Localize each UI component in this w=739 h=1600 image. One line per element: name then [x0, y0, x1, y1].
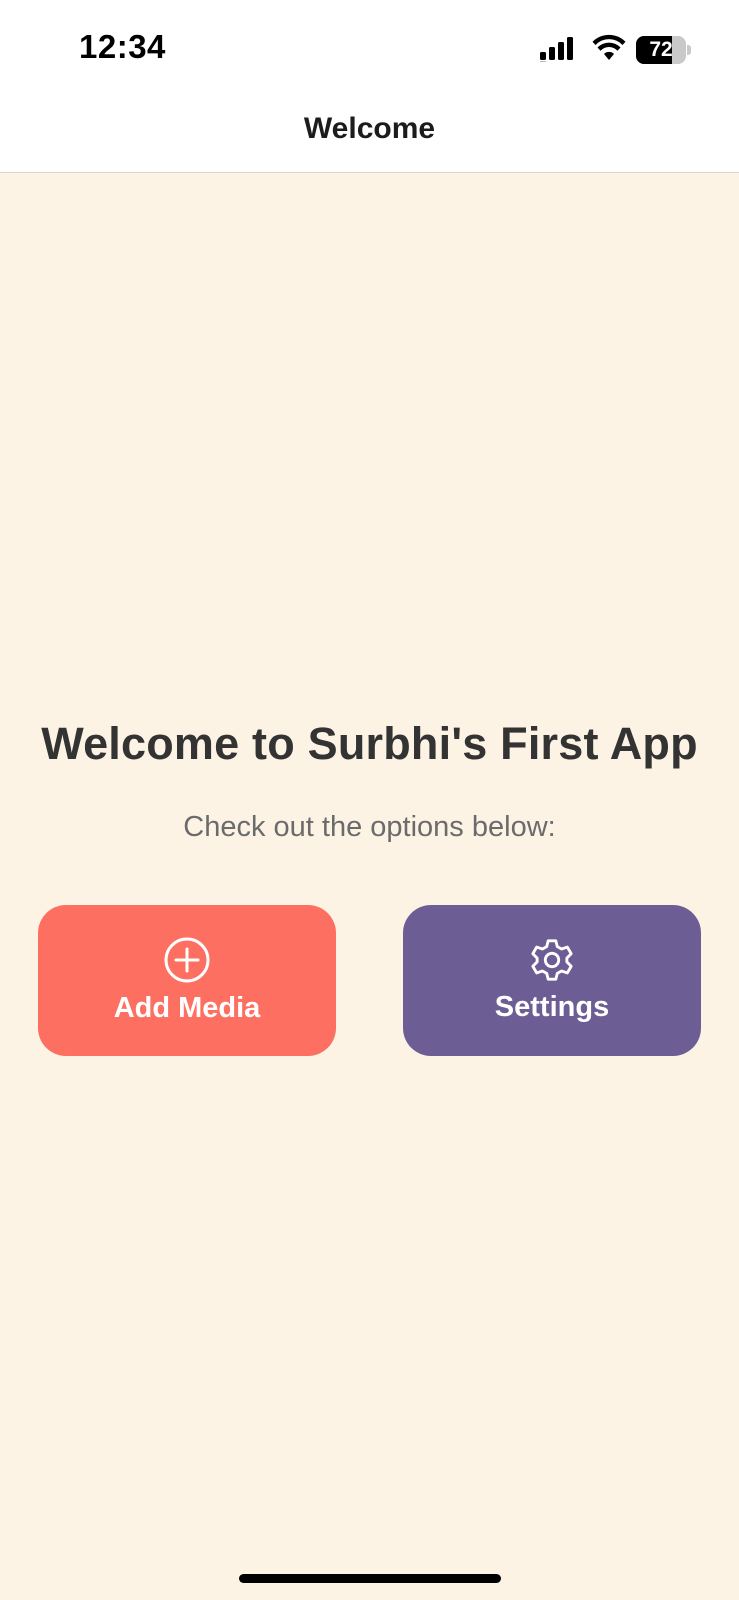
battery-icon: 72 — [636, 36, 692, 64]
status-time: 12:34 — [79, 28, 166, 65]
status-bar: 12:34 72 — [0, 0, 739, 96]
signal-icon — [540, 36, 578, 67]
add-media-button[interactable]: Add Media — [38, 905, 336, 1056]
home-indicator[interactable] — [239, 1574, 501, 1583]
settings-label: Settings — [494, 991, 610, 1023]
settings-button[interactable]: Settings — [403, 905, 701, 1056]
battery-level: 72 — [649, 38, 673, 61]
wifi-icon — [592, 34, 626, 67]
plus-circle-icon — [163, 936, 211, 988]
nav-title: Welcome — [303, 112, 436, 145]
add-media-label: Add Media — [113, 992, 261, 1024]
gear-icon — [529, 937, 575, 987]
welcome-subtitle: Check out the options below: — [183, 811, 556, 843]
navigation-bar: Welcome — [0, 96, 739, 173]
welcome-heading: Welcome to Surbhi's First App — [41, 718, 698, 769]
